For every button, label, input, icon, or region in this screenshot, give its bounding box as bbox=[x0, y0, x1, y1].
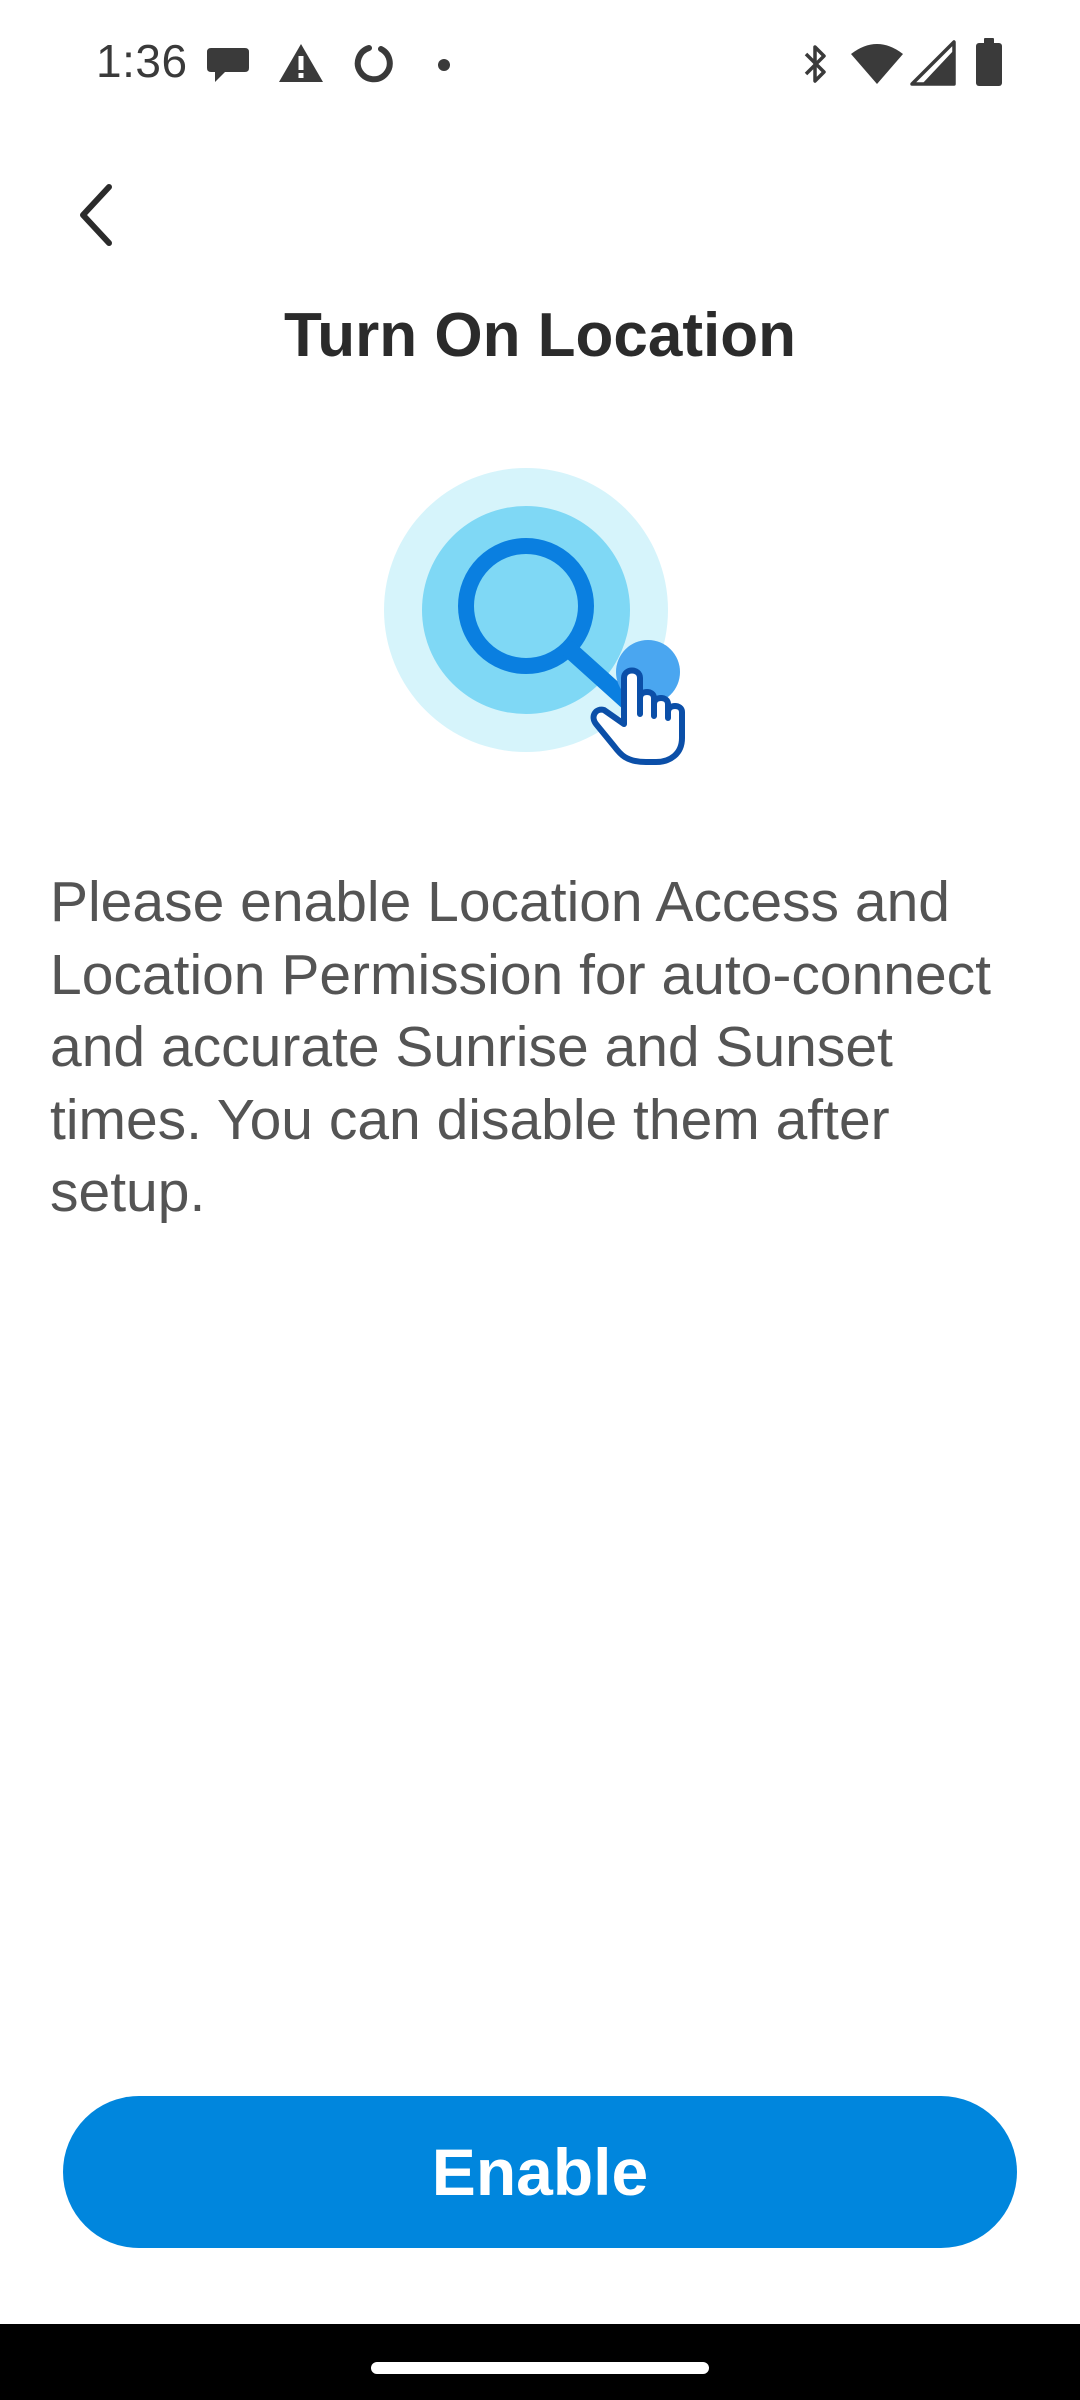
battery-icon bbox=[976, 38, 1002, 86]
warning-icon bbox=[279, 44, 323, 82]
back-button[interactable] bbox=[40, 160, 150, 270]
status-system-icons bbox=[798, 36, 1018, 90]
circle-icon bbox=[354, 45, 393, 83]
wifi-icon bbox=[851, 44, 903, 84]
search-location-icon bbox=[384, 468, 685, 765]
location-illustration bbox=[378, 462, 708, 772]
status-bar: 1:36 bbox=[0, 0, 1080, 125]
chat-icon bbox=[207, 48, 249, 82]
bluetooth-icon bbox=[804, 45, 826, 83]
status-time: 1:36 bbox=[96, 35, 188, 87]
home-indicator[interactable] bbox=[371, 2362, 709, 2374]
chevron-left-icon bbox=[80, 184, 112, 246]
description-text: Please enable Location Access and Locati… bbox=[50, 870, 992, 1224]
signal-icon bbox=[910, 40, 956, 86]
page-title: Turn On Location bbox=[283, 301, 796, 370]
location-permission-screen: 1:36 Turn On Location Please enable Loca… bbox=[0, 0, 1080, 2400]
enable-button[interactable]: Enable bbox=[63, 2096, 1017, 2248]
dot-icon bbox=[438, 59, 450, 71]
